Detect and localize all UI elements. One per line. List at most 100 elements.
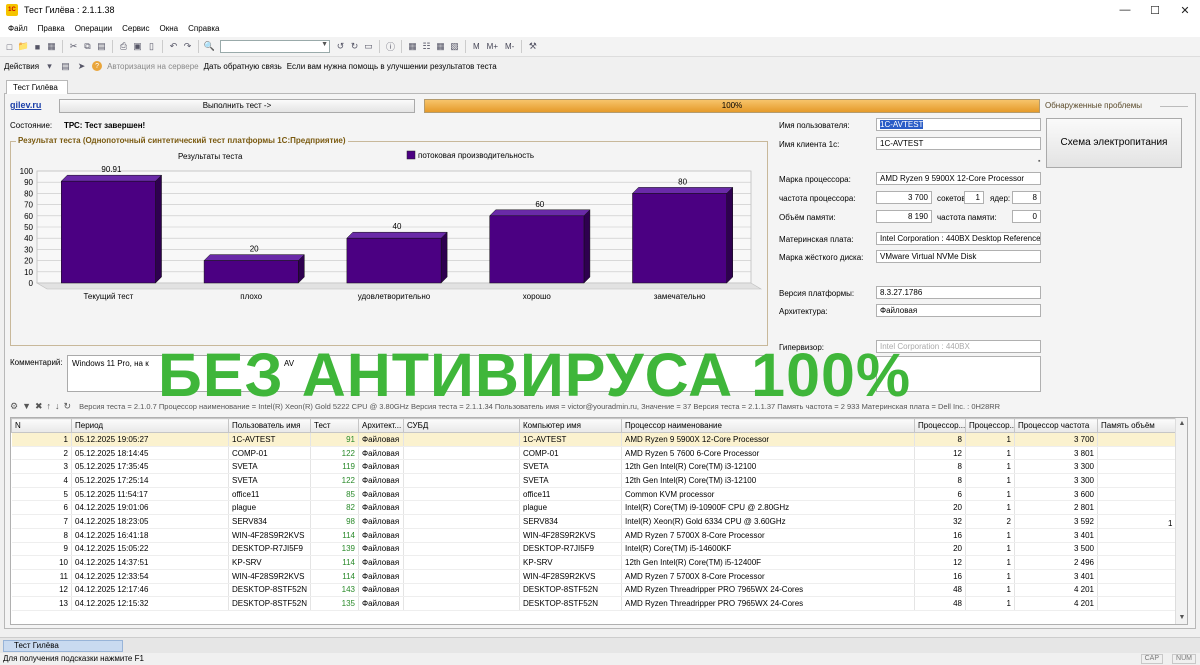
send-icon[interactable]: ➤ — [76, 61, 87, 72]
redo-icon[interactable]: ↷ — [182, 41, 193, 52]
chevron-down-icon[interactable]: ▼ — [321, 41, 328, 48]
feedback-link[interactable]: Дать обратную связь — [204, 62, 282, 71]
help-improve-link[interactable]: Если вам нужна помощь в улучшении резуль… — [287, 62, 497, 71]
cpu-field[interactable]: AMD Ryzen 9 5900X 12-Core Processor — [876, 172, 1041, 185]
power-scheme-button[interactable]: Схема электропитания — [1046, 118, 1182, 168]
cores-field[interactable]: 8 — [1012, 191, 1041, 204]
platform-field[interactable]: 8.3.27.1786 — [876, 286, 1041, 299]
memory-plus-button[interactable]: M+ — [485, 42, 500, 51]
table-icon[interactable]: ▦ — [407, 41, 418, 52]
grid-icon[interactable]: ▧ — [449, 41, 460, 52]
table-row[interactable]: 5 05.12.2025 11:54:17 office11 85 Файловая of… — [11, 487, 1178, 502]
memory-field[interactable]: 8 190 — [876, 210, 932, 223]
memory-minus-button[interactable]: M- — [503, 42, 516, 51]
paste-icon[interactable]: ▤ — [96, 41, 107, 52]
results-table: N Период Пользователь имя Тест Архитект... СУ… — [10, 417, 1188, 625]
actions-menu[interactable]: Действия — [4, 62, 39, 71]
table-cell: 12th Gen Intel(R) Core(TM) i3-12100 — [621, 459, 915, 475]
copy-icon[interactable]: ⧉ — [82, 41, 93, 52]
user-field[interactable]: 1C-AVTEST — [876, 118, 1041, 131]
sort-desc-icon[interactable]: ↓ — [55, 401, 60, 411]
table-row[interactable]: 4 05.12.2025 17:25:14 SVETA 122 Файловая SVET… — [11, 473, 1178, 488]
search-input[interactable]: ▼ — [220, 40, 330, 53]
column-header[interactable]: Компьютер имя — [519, 418, 622, 433]
tools-icon[interactable]: ⚒ — [527, 41, 538, 52]
column-header[interactable]: Тест — [310, 418, 359, 433]
table-row[interactable]: 13 04.12.2025 12:15:32 DESKTOP-8STF52N 135 Ф… — [11, 596, 1178, 611]
clear-filter-icon[interactable]: ✖ — [35, 401, 43, 412]
run-test-button[interactable]: Выполнить тест -> — [59, 99, 415, 113]
print-preview-icon[interactable]: ▣ — [132, 41, 143, 52]
auth-server-link[interactable]: Авторизация на сервере — [107, 62, 199, 71]
memory-freq-field[interactable]: 0 — [1012, 210, 1041, 223]
column-header[interactable]: Процессор частота — [1014, 418, 1098, 433]
table-row[interactable]: 6 04.12.2025 19:01:06 plague 82 Файловая plag… — [11, 500, 1178, 516]
column-header[interactable]: Процессор... — [914, 418, 966, 433]
column-header[interactable]: Период — [71, 418, 229, 433]
chevron-down-icon[interactable]: ▾ — [44, 61, 55, 72]
cut-icon[interactable]: ✂ — [68, 41, 79, 52]
maximize-button[interactable]: ☐ — [1140, 0, 1170, 20]
vertical-scrollbar[interactable]: ▲ ▼ — [1175, 418, 1187, 624]
menu-windows[interactable]: Окна — [155, 24, 184, 33]
find-next-icon[interactable]: ↺ — [335, 41, 346, 52]
document-icon[interactable]: ▯ — [146, 41, 157, 52]
export-icon[interactable]: ▤ — [60, 61, 71, 72]
table-row[interactable]: 10 04.12.2025 14:37:51 KP-SRV 114 Файловая KP… — [11, 555, 1178, 570]
column-header[interactable]: Процессор... — [965, 418, 1015, 433]
search-icon[interactable]: 🔍 — [204, 41, 215, 52]
table-row[interactable]: 7 04.12.2025 18:23:05 SERV834 98 Файловая SER… — [11, 514, 1178, 529]
question-icon[interactable]: ? — [92, 61, 103, 71]
replace-icon[interactable]: ▭ — [363, 41, 374, 52]
column-header[interactable]: N — [11, 418, 72, 433]
calendar-icon[interactable]: ☷ — [421, 41, 432, 52]
refresh-icon[interactable]: ↻ — [64, 401, 72, 412]
save-icon[interactable]: ■ — [32, 41, 43, 52]
scroll-up-icon[interactable]: ▲ — [1176, 418, 1187, 430]
new-icon[interactable]: □ — [4, 41, 15, 52]
tab-gilev-test[interactable]: Тест Гилёва — [6, 80, 68, 94]
calculator-icon[interactable]: ▦ — [435, 41, 446, 52]
table-row[interactable]: 9 04.12.2025 15:05:22 DESKTOP-R7JI5F9 139 Фа… — [11, 542, 1178, 557]
filter-icon[interactable]: ▼ — [22, 401, 31, 411]
menu-file[interactable]: Файл — [3, 24, 33, 33]
client-field[interactable]: 1C-AVTEST — [876, 137, 1041, 150]
column-header[interactable]: Архитект... — [358, 418, 404, 433]
table-cell: 48 — [914, 596, 966, 611]
table-row[interactable]: 11 04.12.2025 12:33:54 WIN-4F28S9R2KVS 114 Ф… — [11, 569, 1178, 584]
cpu-freq-field[interactable]: 3 700 — [876, 191, 932, 204]
open-icon[interactable]: 📁 — [18, 41, 29, 52]
sockets-field[interactable]: 1 — [964, 191, 984, 204]
print-icon[interactable]: ⎙ — [118, 41, 129, 52]
taskbar-tab-gilev[interactable]: Тест Гилёва — [3, 640, 123, 652]
close-button[interactable]: ✕ — [1170, 0, 1200, 20]
minimize-button[interactable]: — — [1110, 0, 1140, 20]
table-row[interactable]: 1 05.12.2025 19:05:27 1C-AVTEST 91 Файловая 1… — [11, 432, 1178, 447]
save-all-icon[interactable]: ▦ — [46, 41, 57, 52]
column-header[interactable]: Память объём — [1097, 418, 1178, 433]
table-cell: SERV834 — [519, 514, 622, 529]
table-row[interactable]: 8 04.12.2025 16:41:18 WIN-4F28S9R2KVS 114 Фа… — [11, 528, 1178, 543]
architecture-field[interactable]: Файловая — [876, 304, 1041, 317]
sort-asc-icon[interactable]: ↑ — [47, 401, 52, 411]
disk-field[interactable]: VMware Virtual NVMe Disk — [876, 250, 1041, 263]
settings-icon[interactable]: ⚙ — [10, 401, 18, 412]
column-header[interactable]: СУБД — [403, 418, 520, 433]
undo-icon[interactable]: ↶ — [168, 41, 179, 52]
scroll-down-icon[interactable]: ▼ — [1176, 612, 1187, 624]
memory-button[interactable]: M — [471, 42, 482, 51]
info-icon[interactable]: ⓘ — [385, 41, 396, 52]
menu-service[interactable]: Сервис — [117, 24, 154, 33]
column-header[interactable]: Пользователь имя — [228, 418, 311, 433]
menu-edit[interactable]: Правка — [33, 24, 70, 33]
motherboard-field[interactable]: Intel Corporation : 440BX Desktop Refere… — [876, 232, 1041, 245]
table-row[interactable]: 3 05.12.2025 17:35:45 SVETA 119 Файловая SVET… — [11, 459, 1178, 475]
column-header[interactable]: Процессор наименование — [621, 418, 915, 433]
find-prev-icon[interactable]: ↻ — [349, 41, 360, 52]
table-row[interactable]: 12 04.12.2025 12:17:46 DESKTOP-8STF52N 143 Ф… — [11, 583, 1178, 598]
site-link[interactable]: gilev.ru — [10, 100, 41, 110]
menu-help[interactable]: Справка — [183, 24, 224, 33]
table-cell: 3 500 — [1014, 542, 1098, 557]
menu-operations[interactable]: Операции — [70, 24, 117, 33]
table-row[interactable]: 2 05.12.2025 18:14:45 COMP-01 122 Файловая CO… — [11, 446, 1178, 461]
